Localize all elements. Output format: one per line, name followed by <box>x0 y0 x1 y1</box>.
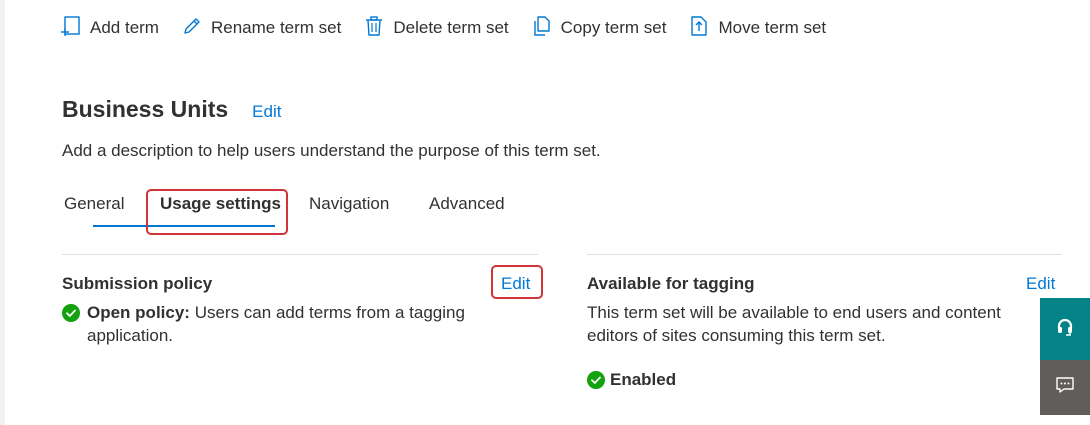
add-term-button[interactable]: Add term <box>60 14 159 42</box>
move-term-set-button[interactable]: Move term set <box>688 14 826 42</box>
left-edge-strip <box>0 0 5 425</box>
available-for-tagging-description: This term set will be available to end u… <box>587 303 1001 345</box>
section-divider-right <box>587 254 1062 255</box>
add-term-label: Add term <box>90 18 159 37</box>
available-for-tagging-title: Available for tagging <box>587 274 755 293</box>
submission-policy-status: Open policy: Users can add terms from a … <box>62 301 492 347</box>
checkmark-circle-icon <box>62 304 80 322</box>
rename-term-set-label: Rename term set <box>210 18 342 37</box>
tagging-status-label: Enabled <box>610 370 677 389</box>
edit-highlight-box <box>491 265 543 299</box>
headset-icon <box>1054 316 1076 343</box>
title-row: Business Units Edit <box>62 96 281 123</box>
copy-term-set-button[interactable]: Copy term set <box>531 14 667 42</box>
tab-navigation[interactable]: Navigation <box>300 186 420 222</box>
term-set-description: Add a description to help users understa… <box>62 141 601 160</box>
copy-icon <box>531 15 561 42</box>
policy-status-label: Open policy: <box>87 303 190 322</box>
feedback-button[interactable] <box>1040 360 1090 415</box>
feedback-icon <box>1055 375 1075 400</box>
pencil-icon <box>181 15 211 42</box>
checkmark-circle-icon <box>587 371 605 389</box>
delete-term-set-button[interactable]: Delete term set <box>363 14 509 42</box>
command-toolbar: Add term Rename term set Delete term set… <box>60 14 848 42</box>
move-term-set-label: Move term set <box>718 18 827 37</box>
tab-advanced[interactable]: Advanced <box>420 186 520 222</box>
page-title: Business Units <box>62 96 229 122</box>
rename-term-set-button[interactable]: Rename term set <box>181 14 341 42</box>
tab-highlight-box <box>146 189 288 235</box>
submission-policy-title: Submission policy <box>62 274 213 293</box>
help-button[interactable] <box>1040 298 1090 360</box>
add-term-icon <box>60 15 90 42</box>
tab-general[interactable]: General <box>62 186 150 222</box>
title-edit-link[interactable]: Edit <box>252 102 281 122</box>
trash-icon <box>363 15 393 42</box>
available-for-tagging-edit-link[interactable]: Edit <box>1026 274 1055 294</box>
move-icon <box>688 15 718 42</box>
copy-term-set-label: Copy term set <box>560 18 667 37</box>
section-divider-left <box>62 254 538 255</box>
tab-bar: General Usage settings Navigation Advanc… <box>62 186 520 230</box>
tagging-status: Enabled <box>587 370 676 390</box>
delete-term-set-label: Delete term set <box>393 18 509 37</box>
